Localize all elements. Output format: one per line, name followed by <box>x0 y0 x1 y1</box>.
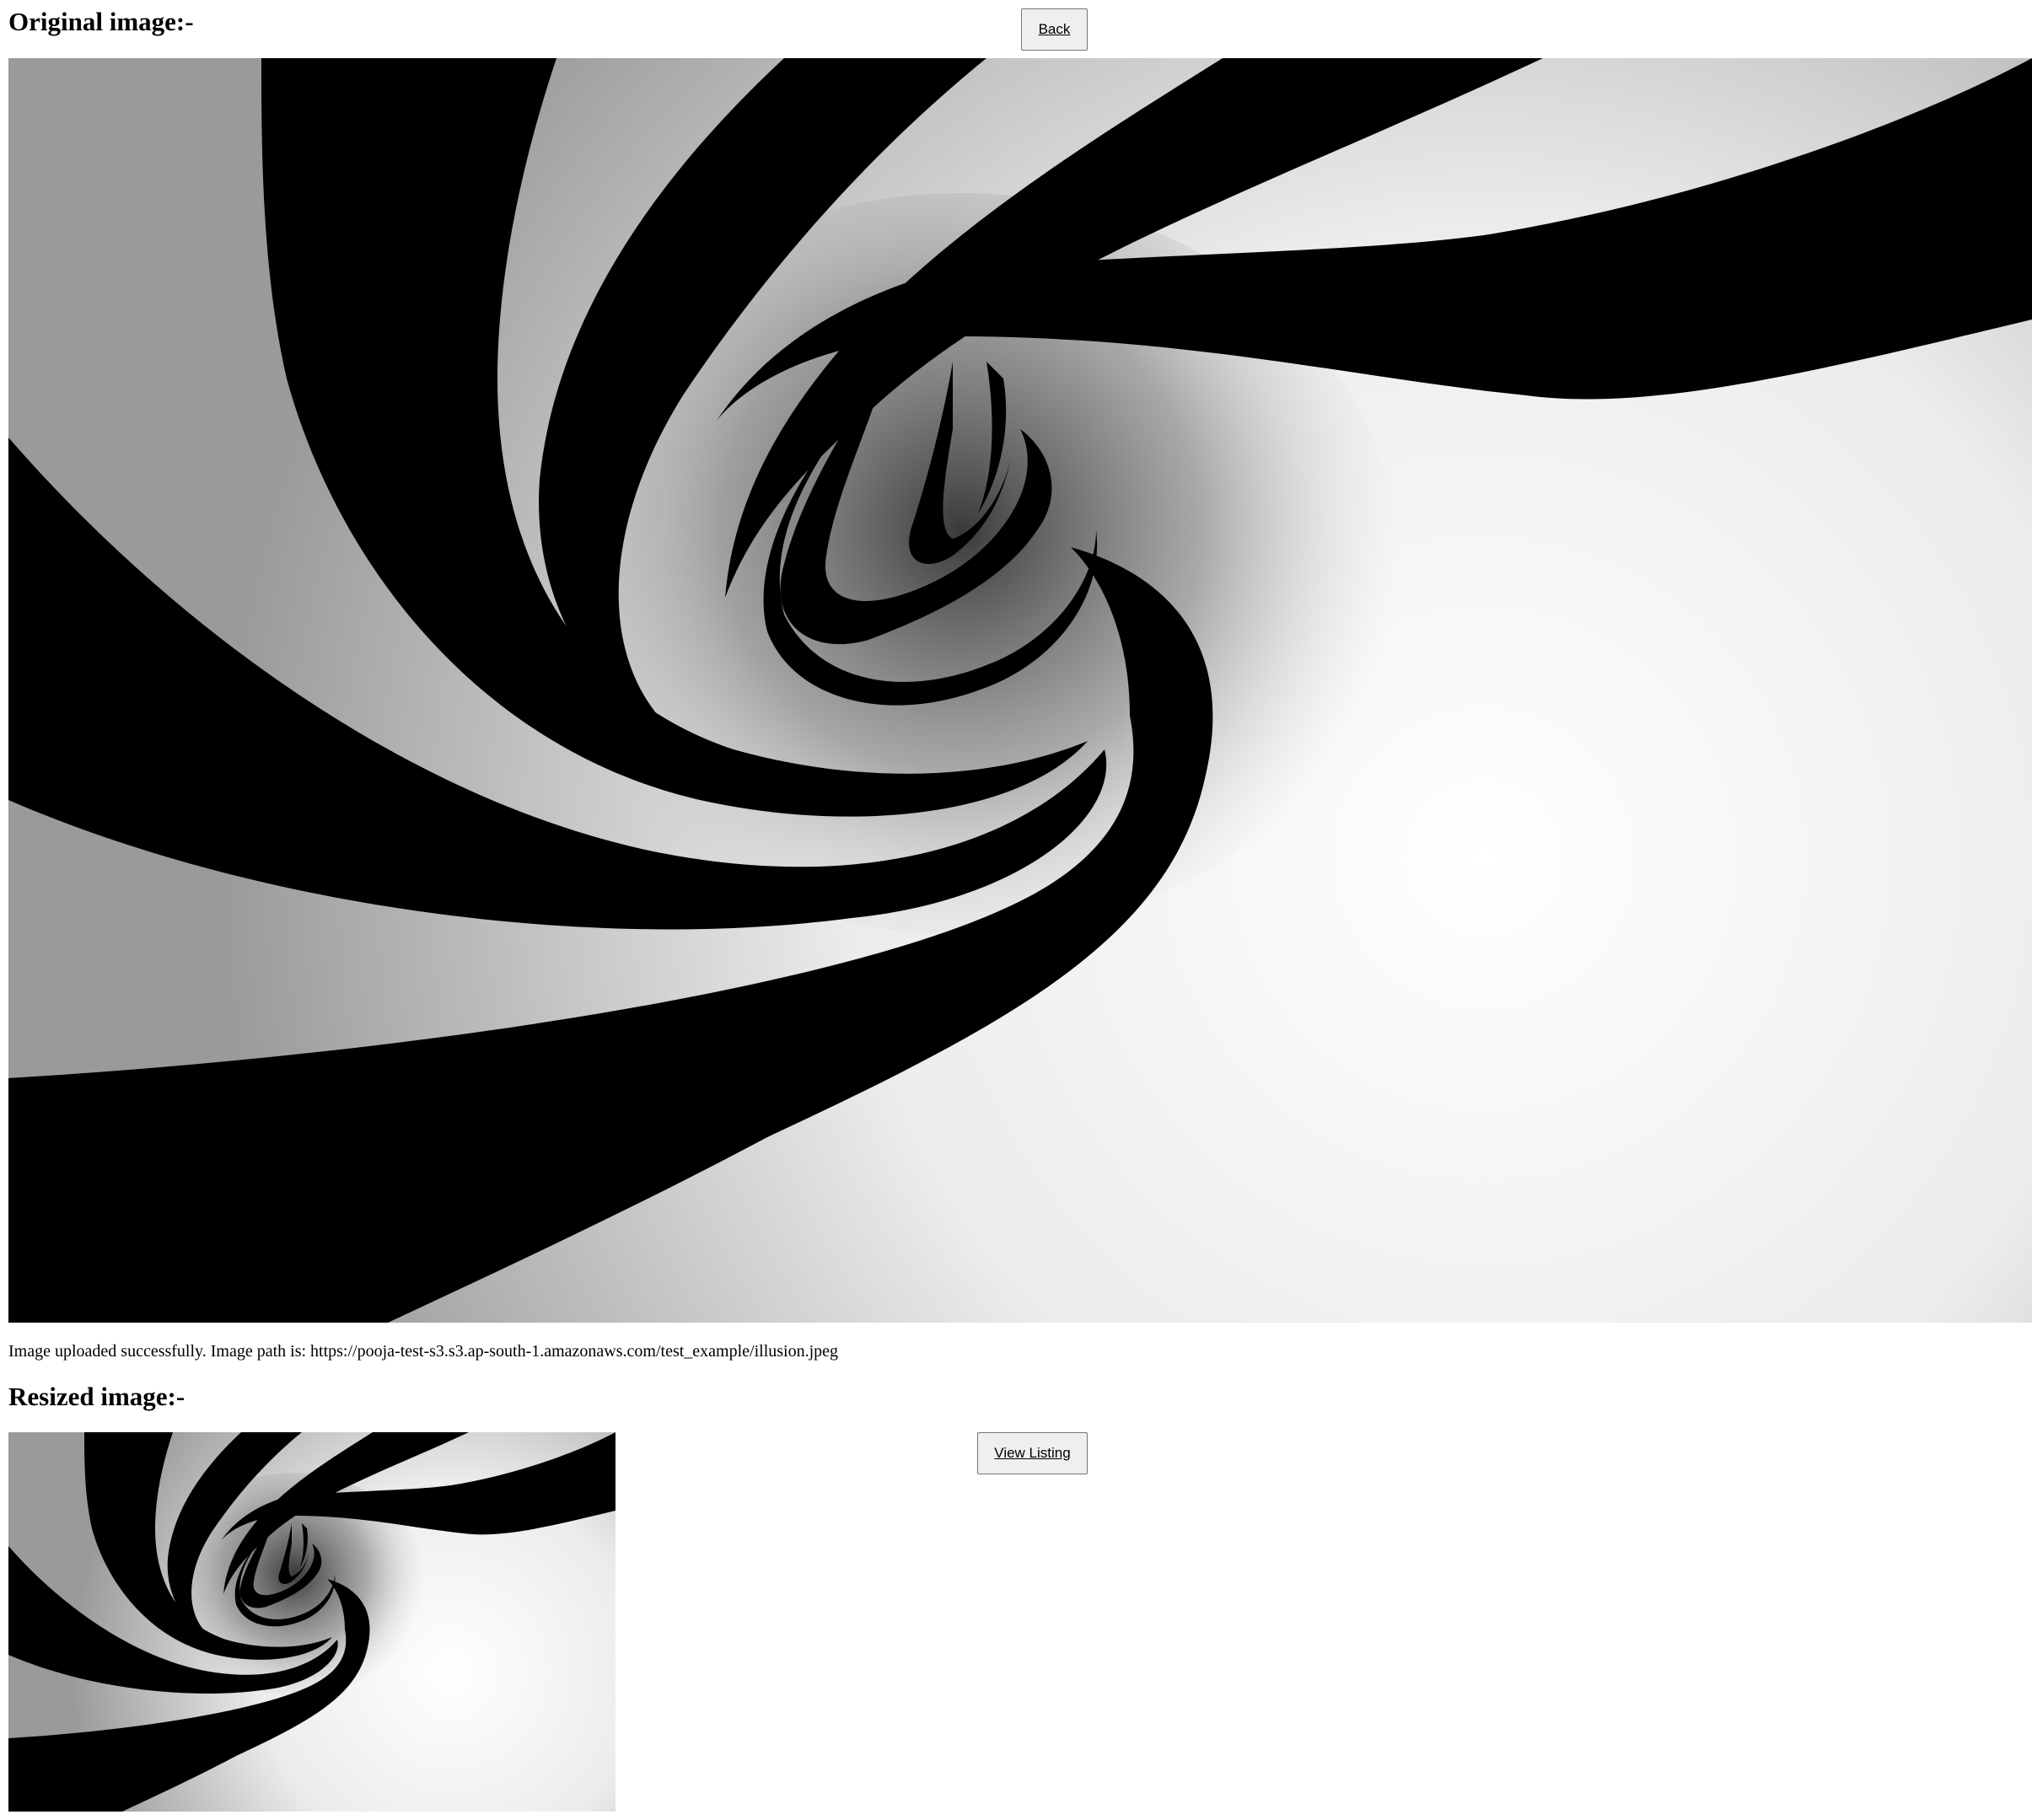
view-listing-button[interactable]: View Listing <box>977 1432 1088 1474</box>
upload-status-message: Image uploaded successfully. Image path … <box>8 1342 839 1361</box>
original-image <box>8 58 2032 1323</box>
resized-image-heading: Resized image:- <box>8 1382 185 1411</box>
back-button[interactable]: Back <box>1021 8 1088 51</box>
resized-image <box>8 1432 616 1812</box>
original-image-heading: Original image:- <box>8 7 194 36</box>
spiral-illusion-graphic-small <box>8 1432 616 1812</box>
spiral-illusion-graphic <box>8 58 2032 1323</box>
